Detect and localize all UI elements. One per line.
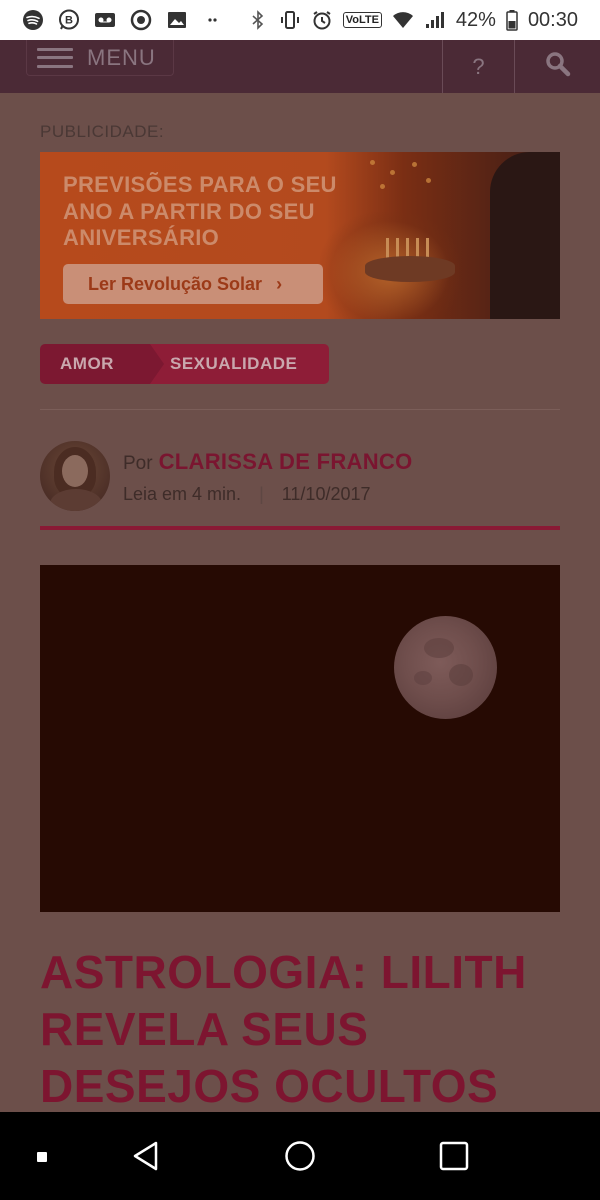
- byline-prefix: Por: [123, 453, 153, 474]
- search-button[interactable]: [515, 40, 600, 93]
- moon-image: [394, 616, 497, 719]
- home-circle-icon: [285, 1141, 315, 1171]
- help-button[interactable]: ?: [443, 40, 514, 93]
- clock: 00:30: [527, 8, 578, 31]
- spotify-icon: [22, 9, 44, 31]
- hamburger-icon: [37, 47, 73, 68]
- ad-label: PUBLICIDADE:: [40, 122, 165, 141]
- svg-text:B: B: [65, 15, 73, 27]
- vibrate-icon: [279, 9, 301, 31]
- battery-icon: [506, 9, 518, 31]
- article-hero-image: [40, 565, 560, 912]
- ad-lights: [360, 156, 440, 196]
- accent-rule: [40, 526, 560, 530]
- system-nav-bar: [0, 1112, 600, 1200]
- wifi-icon: [392, 9, 414, 31]
- whatsapp-business-icon: B: [58, 9, 80, 31]
- author-byline: Por CLARISSA DE FRANCO: [123, 449, 413, 475]
- notification-dot-icon: [37, 1152, 47, 1162]
- article-meta: Leia em 4 min. | 11/10/2017: [123, 484, 371, 505]
- divider: [40, 409, 560, 410]
- search-icon: [545, 51, 571, 82]
- ad-cta-label: Ler Revolução Solar: [88, 273, 263, 294]
- alarm-icon: [311, 9, 333, 31]
- ad-title: PREVISÕES PARA O SEU ANO A PARTIR DO SEU…: [63, 172, 337, 250]
- back-triangle-icon: [133, 1141, 158, 1171]
- breadcrumb-tags: AMOR SEXUALIDADE: [40, 344, 329, 384]
- bluetooth-icon: [247, 9, 269, 31]
- image-icon: [166, 9, 188, 31]
- meta-separator: |: [259, 484, 264, 504]
- author-avatar[interactable]: [40, 441, 110, 511]
- circle-app-icon: [130, 9, 152, 31]
- volte-badge: VoLTE: [342, 12, 382, 28]
- ad-cake-image: [365, 256, 455, 282]
- voicemail-icon: [94, 9, 116, 31]
- ad-figure-image: [490, 152, 560, 319]
- ad-banner[interactable]: PREVISÕES PARA O SEU ANO A PARTIR DO SEU…: [40, 152, 560, 319]
- recents-button[interactable]: [436, 1138, 472, 1174]
- read-time: Leia em 4 min.: [123, 484, 242, 504]
- chevron-right-icon: ›: [276, 273, 283, 294]
- signal-icon: [424, 9, 446, 31]
- battery-percent: 42%: [455, 8, 496, 31]
- help-label: ?: [472, 53, 485, 79]
- author-name-link[interactable]: CLARISSA DE FRANCO: [159, 449, 413, 475]
- back-button[interactable]: [128, 1138, 164, 1174]
- site-header: MENU ?: [0, 40, 600, 93]
- status-bar: B VoLTE 42% 00:30: [0, 0, 600, 40]
- ad-cta-button[interactable]: Ler Revolução Solar ›: [63, 264, 323, 304]
- tag-sexualidade[interactable]: SEXUALIDADE: [150, 344, 329, 384]
- recents-square-icon: [439, 1141, 469, 1171]
- article-headline: ASTROLOGIA: LILITH REVELA SEUS DESEJOS O…: [40, 946, 527, 1112]
- menu-button[interactable]: MENU: [26, 40, 174, 76]
- home-button[interactable]: [282, 1138, 318, 1174]
- publish-date: 11/10/2017: [281, 484, 371, 504]
- dots-icon: [202, 9, 224, 31]
- menu-label: MENU: [87, 44, 156, 70]
- tag-amor[interactable]: AMOR: [40, 344, 164, 384]
